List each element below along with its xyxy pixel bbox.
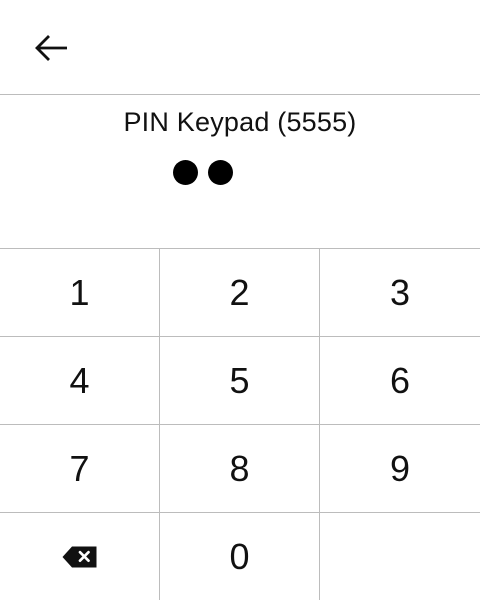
backspace-button[interactable]: [0, 513, 160, 600]
numeric-keypad: 1 2 3 4 5 6 7 8 9 0: [0, 248, 480, 600]
keypad-key-1[interactable]: 1: [0, 249, 160, 337]
keypad-key-2[interactable]: 2: [160, 249, 320, 337]
keypad-key-8[interactable]: 8: [160, 425, 320, 513]
back-button[interactable]: [22, 24, 80, 72]
keypad-empty-cell: [320, 513, 480, 600]
arrow-left-icon: [35, 35, 67, 61]
keypad-key-3[interactable]: 3: [320, 249, 480, 337]
top-bar: [0, 0, 480, 95]
keypad-key-4[interactable]: 4: [0, 337, 160, 425]
page-title: PIN Keypad (5555): [123, 107, 357, 137]
keypad-key-9[interactable]: 9: [320, 425, 480, 513]
keypad-key-7[interactable]: 7: [0, 425, 160, 513]
keypad-key-6[interactable]: 6: [320, 337, 480, 425]
pin-dot: [173, 160, 198, 185]
pin-keypad-screen: PIN Keypad (5555) 1 2 3 4 5 6 7 8 9 0: [0, 0, 480, 600]
keypad-key-5[interactable]: 5: [160, 337, 320, 425]
pin-indicator: [173, 160, 233, 186]
pin-dot: [208, 160, 233, 185]
backspace-icon: [62, 546, 96, 567]
keypad-key-0[interactable]: 0: [160, 513, 320, 600]
